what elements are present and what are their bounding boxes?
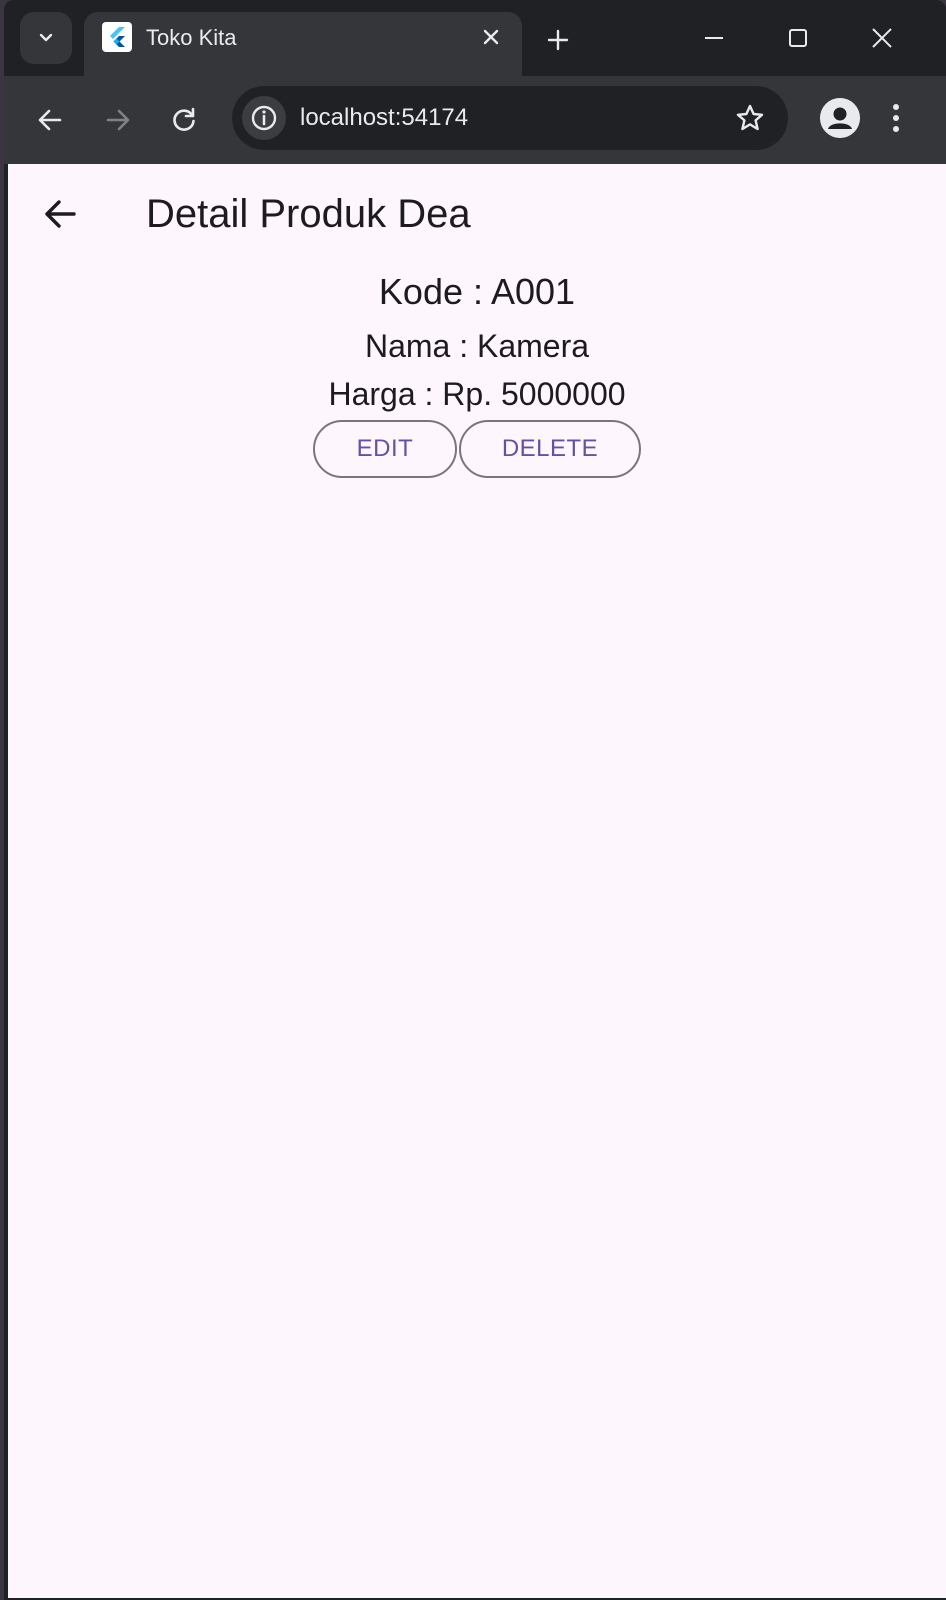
profile-avatar[interactable]	[820, 98, 860, 138]
site-info-button[interactable]	[242, 96, 286, 140]
tab-title: Toko Kita	[146, 25, 237, 50]
product-nama: Nama : Kamera	[364, 328, 590, 364]
minimize-button[interactable]	[694, 18, 734, 58]
address-bar[interactable]: localhost:54174	[232, 86, 788, 150]
reload-button[interactable]	[162, 98, 206, 142]
forward-button[interactable]	[96, 98, 140, 142]
bookmark-button[interactable]	[734, 102, 766, 134]
tab-search-button[interactable]	[20, 12, 72, 64]
tab-strip: Toko Kita	[4, 0, 946, 76]
back-button[interactable]	[28, 98, 72, 142]
reload-icon	[173, 107, 195, 131]
product-detail: Kode : A001 Nama : Kamera Harga : Rp. 50…	[8, 270, 946, 418]
appbar-back-button[interactable]	[38, 192, 82, 236]
arrow-right-icon	[106, 109, 130, 131]
close-icon	[483, 29, 499, 45]
flutter-icon	[102, 22, 132, 52]
maximize-button[interactable]	[778, 18, 818, 58]
info-icon	[251, 105, 277, 131]
chevron-down-icon	[39, 33, 53, 42]
maximize-icon	[789, 29, 807, 47]
address-url[interactable]: localhost:54174	[300, 104, 468, 132]
tab-close-button[interactable]	[478, 24, 504, 50]
edit-button[interactable]: EDIT	[313, 420, 457, 478]
window-close-button[interactable]	[862, 18, 902, 58]
app-page: Detail Produk Dea Kode : A001 Nama : Kam…	[8, 164, 946, 1598]
product-harga: Harga : Rp. 5000000	[328, 376, 626, 412]
arrow-left-icon	[45, 200, 76, 228]
new-tab-button[interactable]	[540, 22, 576, 58]
browser-menu-button[interactable]	[886, 98, 906, 138]
delete-button[interactable]: DELETE	[459, 420, 641, 478]
arrow-left-icon	[38, 109, 62, 131]
browser-toolbar: localhost:54174	[4, 76, 946, 164]
page-title: Detail Produk Dea	[146, 192, 471, 236]
more-vert-icon	[893, 104, 899, 132]
star-icon	[736, 104, 764, 131]
close-icon	[872, 28, 892, 48]
product-actions: EDIT DELETE	[8, 420, 946, 478]
plus-icon	[547, 29, 569, 51]
browser-tab[interactable]: Toko Kita	[84, 12, 522, 76]
person-icon	[820, 98, 860, 138]
browser-window: Toko Kita localhost:54174 Detail Produk …	[4, 0, 946, 1600]
product-kode: Kode : A001	[378, 271, 576, 312]
minimize-icon	[705, 37, 723, 39]
